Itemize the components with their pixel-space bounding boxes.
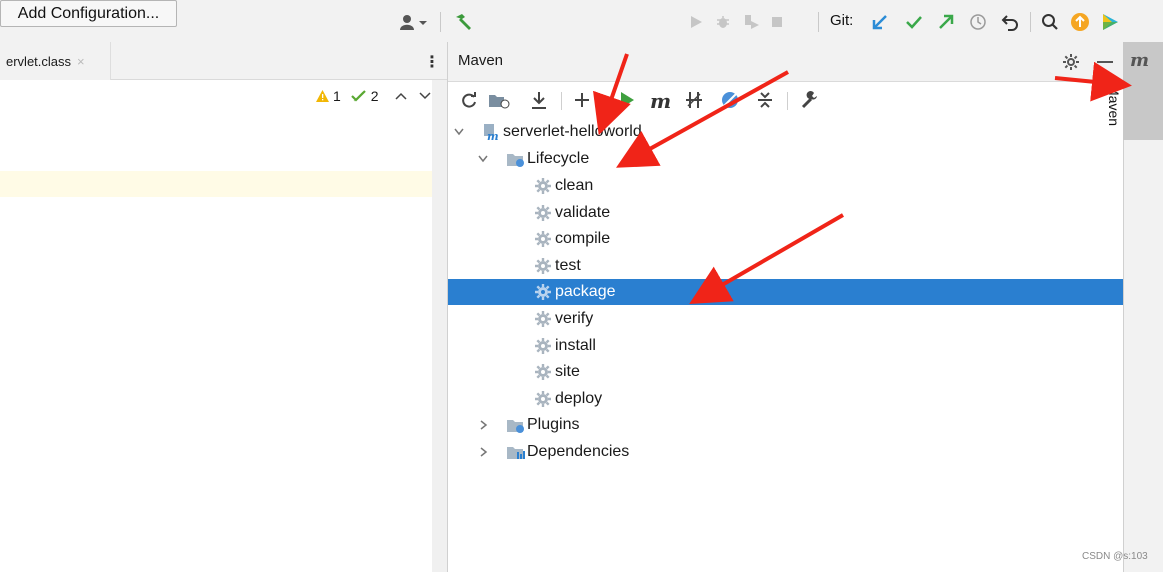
maven-project-icon: m	[482, 123, 500, 141]
tree-item-label: verify	[555, 310, 594, 327]
user-icon[interactable]	[396, 12, 432, 32]
download-icon[interactable]	[530, 90, 548, 110]
maven-panel-title: Maven	[458, 52, 504, 69]
git-label: Git:	[830, 12, 854, 29]
maven-toolbar	[448, 82, 1123, 118]
plugins-folder-icon	[506, 416, 524, 434]
close-icon[interactable]: ×	[77, 54, 85, 69]
gear-icon	[534, 204, 552, 222]
gear-icon[interactable]	[1062, 53, 1080, 71]
chevron-down-icon[interactable]	[419, 91, 431, 101]
gear-icon	[534, 337, 552, 355]
editor-scrollbar[interactable]	[432, 80, 447, 572]
wrench-icon[interactable]	[800, 90, 820, 110]
tree-item-lifecycle[interactable]: Lifecycle	[448, 146, 1123, 172]
maven-icon: m	[1130, 50, 1150, 71]
tree-item-dependencies[interactable]: Dependencies	[448, 439, 1123, 465]
check-count: 2	[370, 88, 379, 104]
chevron-down-icon[interactable]	[454, 128, 466, 136]
lifecycle-folder-icon	[506, 150, 524, 168]
update-icon[interactable]	[1068, 10, 1092, 34]
chevron-right-icon[interactable]	[480, 420, 492, 430]
warning-icon	[316, 90, 329, 102]
caret-line-highlight	[0, 171, 432, 197]
tree-item-phase-test[interactable]: test	[448, 253, 1123, 279]
tree-item-label: package	[555, 283, 616, 301]
search-icon[interactable]	[1038, 11, 1062, 33]
tree-item-label: Plugins	[527, 416, 580, 433]
tree-item-label: Lifecycle	[527, 150, 590, 167]
gear-icon	[534, 177, 552, 195]
tree-item-label: clean	[555, 177, 594, 194]
toolbox-icon[interactable]	[1098, 10, 1122, 34]
git-commit-icon[interactable]	[902, 11, 926, 33]
gear-icon	[534, 363, 552, 381]
tree-item-label: site	[555, 363, 580, 381]
tree-item-project[interactable]: m serverlet-helloworld	[448, 119, 1123, 145]
chevron-right-icon[interactable]	[480, 447, 492, 457]
inspection-widget[interactable]: 1 2	[316, 88, 431, 104]
file-tab-label: ervlet.class	[6, 53, 72, 69]
tree-item-phase-site[interactable]: site	[448, 359, 1123, 385]
collapse-all-icon[interactable]	[756, 90, 774, 110]
git-push-icon[interactable]	[934, 11, 958, 33]
add-icon[interactable]	[573, 91, 591, 109]
tree-item-phase-deploy[interactable]: deploy	[448, 386, 1123, 412]
minimize-icon[interactable]	[1097, 61, 1113, 63]
more-options-icon[interactable]: ⋮	[424, 52, 440, 71]
editor-file-tab[interactable]: ervlet.class ×	[0, 42, 111, 80]
maven-side-tab-label: Maven	[1106, 84, 1122, 127]
gear-icon	[534, 390, 552, 408]
stop-icon[interactable]	[767, 12, 787, 32]
tree-item-label: Dependencies	[527, 443, 630, 460]
toggle-offline-icon[interactable]	[684, 90, 704, 110]
rollback-icon[interactable]	[998, 11, 1022, 33]
tree-item-phase-install[interactable]: install	[448, 333, 1123, 359]
generate-sources-icon[interactable]	[488, 91, 510, 109]
editor-pane	[0, 42, 447, 572]
tree-item-phase-verify[interactable]: verify	[448, 306, 1123, 332]
add-configuration-button[interactable]: Add Configuration...	[0, 0, 177, 27]
execute-goal-icon[interactable]: m	[650, 89, 671, 113]
tree-item-label: install	[555, 336, 596, 354]
main-toolbar: Add Configuration... Git:	[0, 0, 1163, 42]
check-icon	[351, 89, 367, 103]
tree-item-phase-compile[interactable]: compile	[448, 226, 1123, 252]
skip-tests-icon[interactable]	[720, 90, 740, 110]
dependencies-folder-icon	[506, 443, 525, 461]
tree-item-label: deploy	[555, 389, 603, 407]
warning-count: 1	[333, 88, 341, 104]
tree-item-label: compile	[555, 230, 611, 248]
chevron-down-icon[interactable]	[478, 155, 490, 163]
run-maven-icon[interactable]	[619, 91, 635, 109]
tree-item-phase-clean[interactable]: clean	[448, 173, 1123, 199]
git-update-icon[interactable]	[868, 11, 892, 33]
debug-icon[interactable]	[713, 12, 733, 32]
tree-item-plugins[interactable]: Plugins	[448, 412, 1123, 438]
coverage-icon[interactable]	[740, 12, 762, 32]
gear-icon	[534, 310, 552, 328]
hammer-icon[interactable]	[450, 10, 476, 34]
maven-panel-header	[448, 42, 1123, 82]
tree-item-label: validate	[555, 203, 611, 221]
chevron-up-icon[interactable]	[395, 91, 407, 101]
watermark: CSDN @s:103	[1082, 551, 1148, 562]
tree-item-phase-package[interactable]: package	[448, 279, 1123, 306]
gear-icon	[534, 230, 552, 248]
tree-item-label: serverlet-helloworld	[503, 123, 642, 140]
tree-item-label: test	[555, 256, 581, 274]
history-icon[interactable]	[966, 11, 990, 33]
svg-text:m: m	[487, 130, 499, 141]
gear-icon	[534, 257, 552, 275]
reload-icon[interactable]	[460, 91, 478, 109]
tree-item-phase-validate[interactable]: validate	[448, 200, 1123, 226]
run-icon[interactable]	[686, 12, 706, 32]
gear-icon	[534, 283, 552, 301]
